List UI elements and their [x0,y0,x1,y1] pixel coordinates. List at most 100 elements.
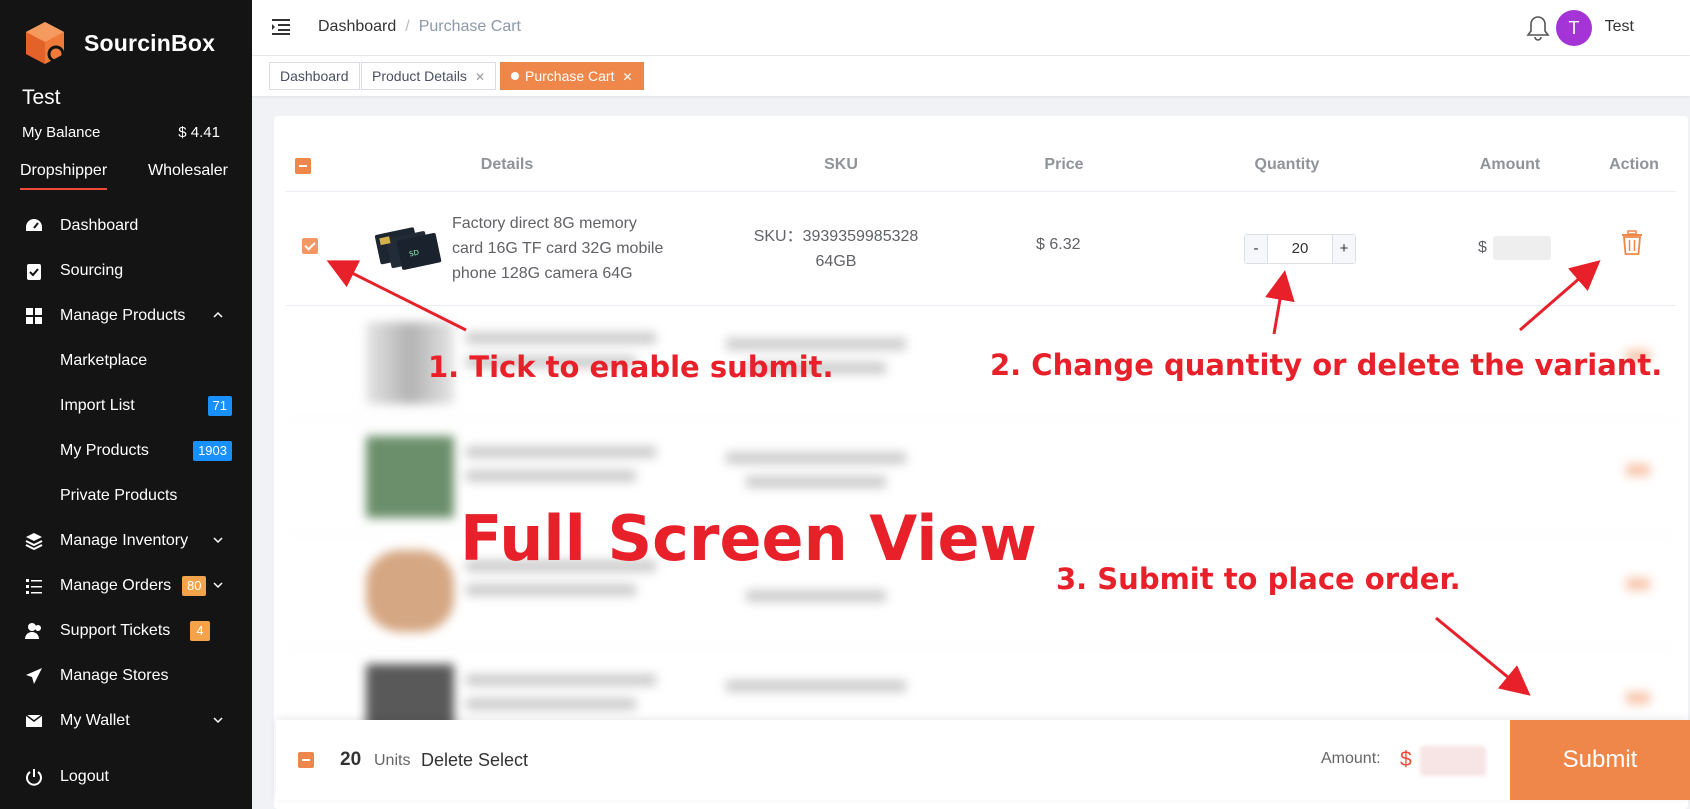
tag-label: Product Details [372,68,467,84]
sidebar-item-label: Support Tickets [60,621,171,639]
trash-icon[interactable] [1621,230,1643,256]
col-quantity: Quantity [1254,156,1320,173]
sku-cell: SKU：3939359985328 64GB [706,224,966,274]
cart-card: Details SKU Price Quantity Amount Action… [274,116,1688,809]
decrement-button[interactable]: - [1245,235,1267,263]
header-user-name[interactable]: Test [1605,18,1634,36]
sidebar-item-manage-inventory[interactable]: Manage Inventory [0,518,252,563]
sidebar-item-label: Dashboard [60,216,139,234]
logout-button[interactable]: Logout [0,754,252,799]
chevron-down-icon [213,537,223,544]
sidebar-item-label: Sourcing [60,261,124,279]
product-title[interactable]: Factory direct 8G memory card 16G TF car… [452,211,668,287]
sidebar-item-manage-stores[interactable]: Manage Stores [0,653,252,698]
row-checkbox[interactable] [302,238,318,254]
users-icon [25,623,41,639]
sku-label: SKU： [753,228,803,245]
table-row: SD Factory direct 8G memory card 16G TF … [286,192,1676,306]
logo-box-icon [26,22,68,66]
count-badge: 80 [182,575,207,596]
sidebar-item-label: Import List [60,396,135,414]
clipboard-icon [27,264,41,280]
product-thumbnail[interactable]: SD [366,214,456,282]
sidebar-item-manage-products[interactable]: Manage Products [0,293,252,338]
amount-total-blurred [1420,746,1486,776]
logout-label: Logout [60,767,109,785]
brand[interactable]: SourcinBox [22,20,215,66]
sidebar-nav: Dashboard Sourcing Manage Products Marke… [0,203,252,743]
annotation-submit: 3. Submit to place order. [1056,562,1461,596]
amount-currency: $ [1478,239,1487,257]
sidebar-item-label: Manage Orders [60,576,172,594]
sidebar-item-my-products[interactable]: My Products 1903 [0,428,252,473]
brand-name: SourcinBox [84,29,216,56]
amount-blurred [1492,236,1551,260]
tab-dropshipper[interactable]: Dropshipper [20,162,108,190]
submit-button[interactable]: Submit [1510,720,1690,800]
balance-value: $ 4.41 [178,124,220,141]
sidebar-item-manage-orders[interactable]: Manage Orders 80 [0,563,252,608]
breadcrumb-dashboard[interactable]: Dashboard [318,18,396,35]
sidebar-item-import-list[interactable]: Import List 71 [0,383,252,428]
chevron-down-icon [213,582,223,589]
sku-value: 3939359985328 [802,228,919,245]
dashboard-icon [26,219,42,231]
avatar[interactable]: T [1556,10,1592,46]
increment-button[interactable]: + [1333,235,1355,263]
count-badge: 71 [207,395,232,416]
sidebar-item-support-tickets[interactable]: Support Tickets 4 [0,608,252,653]
balance-label: My Balance [22,124,101,141]
sidebar-item-label: Manage Products [60,306,186,324]
list-icon [26,579,42,594]
tag-purchase-cart[interactable]: Purchase Cart ✕ [500,62,644,90]
annotation-change: 2. Change quantity or delete the variant… [990,348,1663,382]
grid-icon [26,308,42,324]
tag-dashboard[interactable]: Dashboard [269,62,360,90]
chevron-down-icon [213,717,223,724]
col-amount: Amount [1479,156,1541,173]
close-icon[interactable]: ✕ [622,70,632,84]
col-sku: SKU [824,156,858,173]
tag-label: Dashboard [280,68,349,84]
tab-wholesaler[interactable]: Wholesaler [148,162,228,190]
select-all-checkbox[interactable] [295,158,311,174]
table-header: Details SKU Price Quantity Amount Action [286,136,1676,192]
row-amount: $ [1478,236,1551,260]
col-details: Details [480,156,534,173]
sidebar: SourcinBox Test My Balance $ 4.41 Dropsh… [0,0,252,809]
sidebar-item-label: Marketplace [60,351,148,369]
col-price: Price [1044,156,1084,173]
cart-footer: 20 Units Delete Select Amount: $ Submit [276,720,1690,800]
sidebar-user-name: Test [22,86,61,109]
mode-tabs: Dropshipper Wholesaler [20,162,228,190]
footer-select-all-checkbox[interactable] [298,752,314,768]
breadcrumb: Dashboard / Purchase Cart [318,18,521,35]
sidebar-item-marketplace[interactable]: Marketplace [0,338,252,383]
units-count: 20 [340,749,362,770]
quantity-input[interactable]: 20 [1267,235,1333,263]
tag-label: Purchase Cart [525,68,615,84]
sidebar-item-sourcing[interactable]: Sourcing [0,248,252,293]
sidebar-item-label: Manage Inventory [60,531,189,549]
sidebar-item-private-products[interactable]: Private Products [0,473,252,518]
delete-selected-button[interactable]: Delete Select [421,750,528,771]
menu-toggle-icon[interactable] [272,18,292,36]
units-label: Units [374,752,411,769]
bell-icon[interactable] [1526,14,1550,42]
send-icon [26,668,42,684]
sidebar-item-label: Manage Stores [60,666,169,684]
count-badge: 4 [190,620,210,641]
col-action: Action [1609,156,1659,173]
count-badge: 1903 [193,440,232,461]
quantity-stepper[interactable]: - 20 + [1244,234,1356,264]
tag-product-details[interactable]: Product Details ✕ [361,62,496,90]
top-header: Dashboard / Purchase Cart T Test [252,0,1690,56]
annotation-tick: 1. Tick to enable submit. [428,350,834,384]
layers-icon [25,533,43,550]
sidebar-item-dashboard[interactable]: Dashboard [0,203,252,248]
amount-label: Amount: [1321,750,1381,767]
mail-icon [25,714,43,727]
chevron-up-icon [213,311,223,318]
sidebar-item-my-wallet[interactable]: My Wallet [0,698,252,743]
close-icon[interactable]: ✕ [475,70,485,84]
